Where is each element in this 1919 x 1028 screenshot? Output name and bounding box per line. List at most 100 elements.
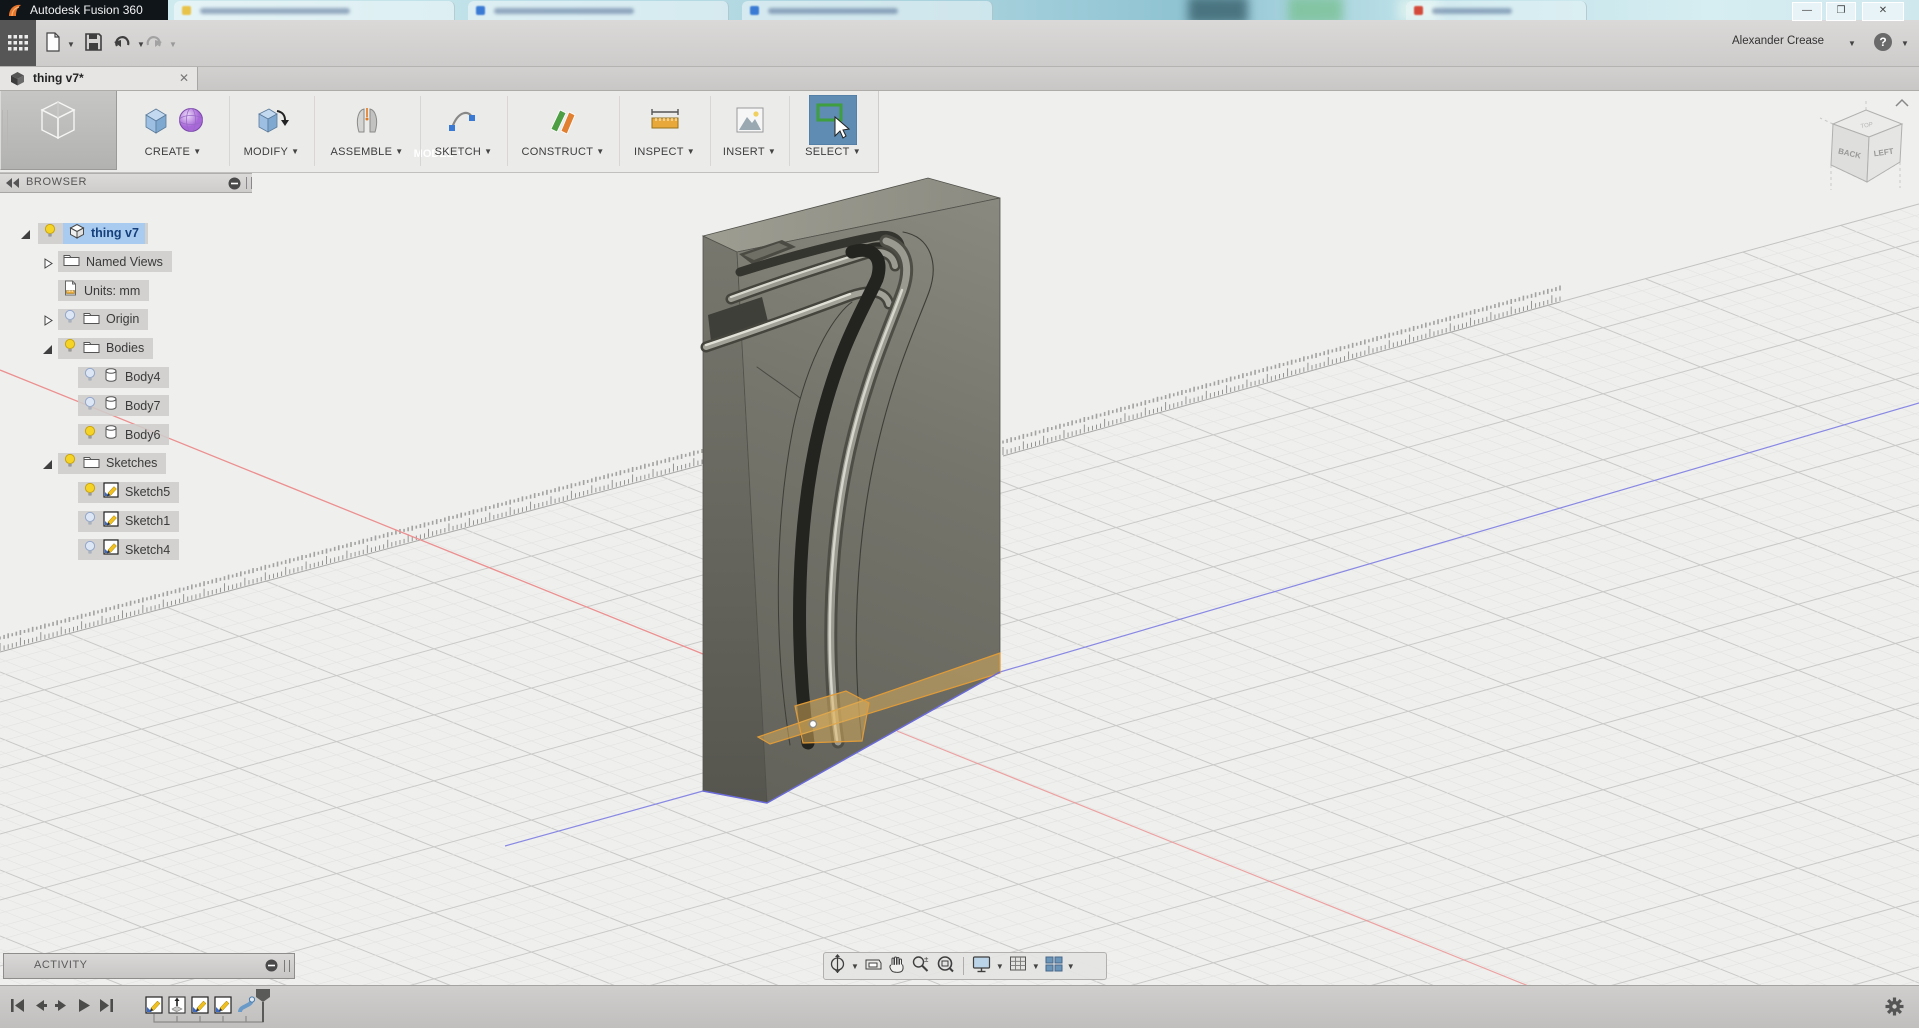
assemble-icon[interactable] [314,94,420,146]
help-caret-icon[interactable]: ▼ [1901,39,1909,48]
panel-label: INSPECT [634,146,684,158]
panel-caret-icon[interactable]: ▼ [768,147,776,156]
orbit-caret-icon[interactable]: ▼ [851,962,859,971]
viewports-button[interactable]: ▼ [1045,956,1075,977]
browser-tree-row[interactable]: Body6 [0,424,169,446]
visibility-bulb-on-icon[interactable] [43,223,57,243]
panel-caret-icon[interactable]: ▼ [596,147,604,156]
sketch-icon[interactable] [420,94,507,146]
browser-tree-row[interactable]: Bodies [0,337,153,359]
select-icon[interactable] [789,94,877,146]
origin-marker[interactable] [810,721,817,728]
ribbon-panel-select[interactable]: SELECT▼ [789,90,877,172]
go-to-end-button[interactable] [98,998,114,1018]
tab-close-icon[interactable]: ✕ [179,71,189,85]
app-grid-button[interactable] [0,20,36,66]
panel-caret-icon[interactable]: ▼ [193,147,201,156]
activity-resize-grip[interactable] [284,960,290,972]
look-at-button[interactable] [864,955,883,977]
file-menu-caret-icon[interactable]: ▼ [67,40,75,49]
tree-expanded-arrow-icon[interactable] [42,342,53,360]
document-tab[interactable]: thing v7* ✕ [0,66,198,90]
ribbon-panel-sketch[interactable]: SKETCH▼ [420,90,507,172]
ribbon-panel-modify[interactable]: MODIFY▼ [229,90,314,172]
activity-panel[interactable]: ACTIVITY [3,953,295,979]
panel-caret-icon[interactable]: ▼ [853,147,861,156]
panel-caret-icon[interactable]: ▼ [395,147,403,156]
visibility-bulb-on-icon[interactable] [83,482,97,502]
undo-icon[interactable] [113,32,131,50]
display-settings-button[interactable]: ▼ [972,955,1004,978]
insert-icon[interactable] [710,94,789,146]
save-icon[interactable] [85,32,102,52]
visibility-bulb-off-icon[interactable] [83,511,97,531]
browser-tree-row[interactable]: Units: mm [0,280,149,302]
settings-gear-icon[interactable] [1885,997,1904,1016]
file-menu-icon[interactable] [45,32,61,52]
browser-tree-row[interactable]: Sketch5 [0,481,179,503]
orbit-button[interactable]: ▼ [828,954,859,978]
redo-caret-icon[interactable]: ▼ [169,40,177,49]
tree-item-label: Sketch1 [125,514,170,528]
construct-icon[interactable] [507,94,619,146]
play-button[interactable] [76,998,92,1018]
browser-tree-row[interactable]: Sketches [0,452,166,474]
browser-tree-row[interactable]: Named Views [0,251,172,273]
visibility-bulb-off-icon[interactable] [83,540,97,560]
svg-text:±: ± [924,955,929,964]
create-icon[interactable] [117,94,229,146]
display-settings-caret-icon[interactable]: ▼ [996,962,1004,971]
user-menu-caret-icon[interactable]: ▼ [1848,39,1856,48]
browser-resize-grip[interactable] [246,177,252,189]
grid-settings-caret-icon[interactable]: ▼ [1032,962,1040,971]
browser-tree-row[interactable]: Body4 [0,366,169,388]
close-button[interactable]: ✕ [1862,2,1904,21]
background-browser-tab [1406,1,1587,20]
go-to-start-button[interactable] [10,998,26,1018]
user-account-menu[interactable]: Alexander Crease [1732,35,1824,47]
visibility-bulb-off-icon[interactable] [83,396,97,416]
grid-settings-button[interactable]: ▼ [1009,955,1040,977]
ribbon-panel-create[interactable]: CREATE▼ [117,90,229,172]
browser-tree-row[interactable]: thing v7 [0,222,148,244]
collapse-browser-icon[interactable] [6,178,20,188]
help-button[interactable]: ? [1874,33,1892,51]
browser-tree-row[interactable]: Body7 [0,395,169,417]
restore-button[interactable]: ❐ [1826,2,1856,21]
step-back-button[interactable] [32,998,48,1018]
minimize-button[interactable]: — [1792,2,1822,21]
panel-caret-icon[interactable]: ▼ [484,147,492,156]
modify-icon[interactable] [229,94,314,146]
fit-button[interactable] [936,955,955,978]
visibility-bulb-off-icon[interactable] [83,367,97,387]
ribbon-panel-inspect[interactable]: INSPECT▼ [619,90,710,172]
visibility-bulb-on-icon[interactable] [63,453,77,473]
folder-icon [83,339,100,358]
browser-tree-row[interactable]: Origin [0,308,148,330]
panel-caret-icon[interactable]: ▼ [291,147,299,156]
browser-options-icon[interactable] [228,177,241,190]
tree-collapsed-arrow-icon[interactable] [42,313,53,331]
inspect-icon[interactable] [619,94,710,146]
ribbon-panel-insert[interactable]: INSERT▼ [710,90,789,172]
ribbon-panel-construct[interactable]: CONSTRUCT▼ [507,90,619,172]
zoom-button[interactable]: ± [911,955,931,978]
tree-collapsed-arrow-icon[interactable] [42,256,53,274]
pan-button[interactable] [888,955,906,978]
activity-options-icon[interactable] [265,959,278,972]
tree-expanded-arrow-icon[interactable] [20,227,31,245]
redo-icon[interactable] [145,32,163,50]
step-forward-button[interactable] [54,998,70,1018]
tree-expanded-arrow-icon[interactable] [42,457,53,475]
viewports-caret-icon[interactable]: ▼ [1067,962,1075,971]
ribbon-panel-assemble[interactable]: ASSEMBLE▼ [314,90,420,172]
visibility-bulb-off-icon[interactable] [63,309,77,329]
visibility-bulb-on-icon[interactable] [83,425,97,445]
undo-caret-icon[interactable]: ▼ [137,40,145,49]
browser-tree-row[interactable]: Sketch1 [0,510,179,532]
visibility-bulb-on-icon[interactable] [63,338,77,358]
timeline-playhead[interactable] [253,989,275,1023]
workspace-selector[interactable]: MODEL▼ [0,90,117,170]
panel-caret-icon[interactable]: ▼ [687,147,695,156]
browser-tree-row[interactable]: Sketch4 [0,539,179,561]
